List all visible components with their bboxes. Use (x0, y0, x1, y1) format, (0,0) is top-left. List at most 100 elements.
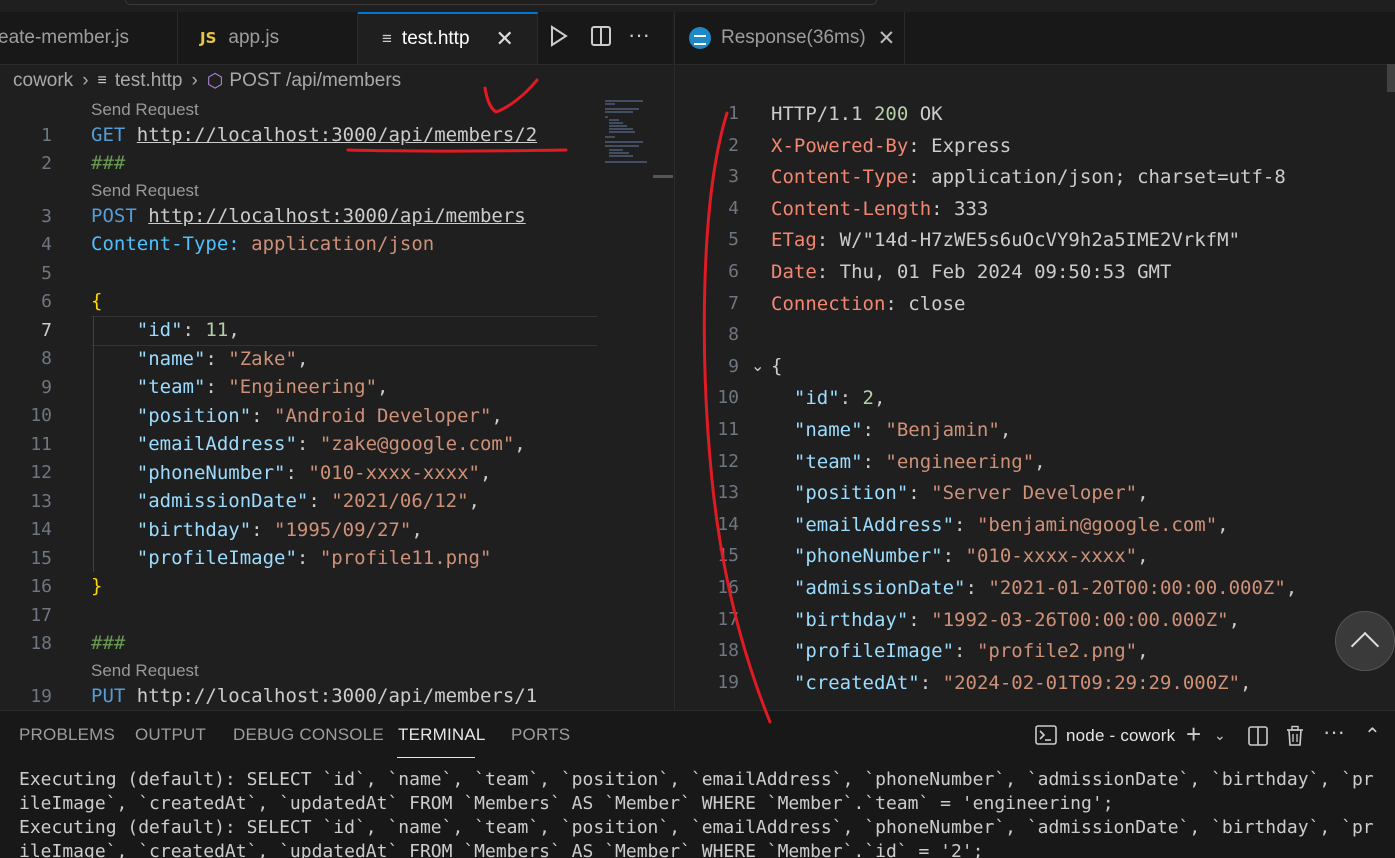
json-value: "010-xxxx-xxxx" (308, 462, 480, 484)
json-value: "2024-02-01T09:29:29.000Z" (942, 672, 1241, 694)
more-actions-icon[interactable]: ··· (628, 22, 650, 48)
send-request-link[interactable]: Send Request (91, 181, 199, 201)
json-key: "id" (136, 319, 183, 341)
minimap[interactable] (603, 98, 651, 168)
tab-test-http[interactable]: ≡ test.http ✕ (358, 12, 538, 64)
json-value: "benjamin@google.com" (976, 514, 1218, 536)
line-number: 8 (728, 324, 739, 345)
response-header-line: Content-Type: application/json; charset=… (771, 166, 1286, 188)
tab-label: app.js (228, 27, 280, 48)
json-key: "position" (136, 405, 252, 427)
line-number: 16 (30, 576, 52, 597)
line-number: 6 (728, 261, 739, 282)
line-number: 11 (30, 434, 52, 455)
breadcrumb-symbol[interactable]: POST /api/members (229, 70, 401, 92)
json-key: "name" (793, 419, 863, 441)
response-header-line: X-Powered-By: Express (771, 135, 1012, 157)
js-file-icon: JS (200, 29, 217, 47)
line-number: 3 (41, 206, 52, 227)
bottom-panel: PROBLEMS OUTPUT DEBUG CONSOLE TERMINAL P… (0, 710, 1395, 858)
split-editor-icon[interactable] (590, 25, 612, 53)
status-text: OK (908, 103, 943, 125)
line-number: 14 (30, 519, 52, 540)
header-key: Date (771, 261, 817, 283)
json-key: "emailAddress" (136, 433, 297, 455)
close-icon[interactable]: ✕ (496, 26, 514, 52)
send-request-link[interactable]: Send Request (91, 100, 199, 120)
breadcrumb: cowork › ≡ test.http › ⬡ POST /api/membe… (0, 66, 673, 96)
terminal-selector[interactable]: node - cowork (1066, 726, 1175, 746)
scroll-to-top-button[interactable] (1335, 611, 1395, 671)
tab-output[interactable]: OUTPUT (135, 725, 206, 745)
header-value: application/json; charset=utf-8 (931, 166, 1286, 188)
scrollbar-indicator[interactable] (653, 175, 673, 178)
chevron-right-icon: › (191, 70, 198, 91)
split-terminal-icon[interactable] (1247, 725, 1269, 753)
json-value: "Engineering" (228, 376, 378, 398)
chevron-down-icon[interactable]: ⌄ (1214, 727, 1226, 744)
tab-problems[interactable]: PROBLEMS (19, 725, 115, 745)
chevron-up-icon[interactable]: ⌃ (1364, 723, 1381, 748)
trash-icon[interactable] (1285, 725, 1305, 753)
code-line: PUT http://localhost:3000/api/members/1 (91, 685, 537, 707)
tab-app-js[interactable]: JS app.js (178, 12, 358, 64)
json-value: "1992-03-26T00:00:00.000Z" (931, 609, 1229, 631)
json-property-line: "phoneNumber": "010-xxxx-xxxx", (136, 462, 492, 484)
close-icon[interactable]: ✕ (878, 26, 896, 51)
line-number: 12 (30, 462, 52, 483)
line-number: 1 (728, 103, 739, 124)
more-actions-icon[interactable]: ··· (1323, 719, 1345, 745)
json-key: "phoneNumber" (793, 545, 943, 567)
json-key: "position" (793, 482, 909, 504)
json-value: 2 (862, 387, 874, 409)
request-url[interactable]: http://localhost:3000/api/members/2 (137, 124, 537, 146)
json-property-line: "id": 2, (793, 387, 886, 409)
line-number: 13 (717, 482, 739, 503)
line-number: 16 (717, 577, 739, 598)
run-icon[interactable] (549, 25, 569, 53)
breadcrumb-folder[interactable]: cowork (13, 70, 73, 92)
json-key: "team" (793, 451, 863, 473)
json-value: "profile11.png" (319, 547, 492, 569)
json-key: "createdAt" (793, 672, 920, 694)
terminal-line: ileImage`, `createdAt`, `updatedAt` FROM… (19, 841, 984, 858)
line-number: 18 (30, 633, 52, 654)
request-url[interactable]: http://localhost:3000/api/members (148, 205, 526, 227)
scrollbar-thumb[interactable] (1387, 64, 1395, 92)
tab-response[interactable]: Response(36ms) ✕ (675, 12, 905, 64)
tab-create-member-js[interactable]: eate-member.js (0, 12, 178, 64)
response-header-line: ETag: W/"14d-H7zWE5s6uOcVY9h2a5IME2VrkfM… (771, 229, 1241, 251)
json-key: "emailAddress" (793, 514, 955, 536)
json-property-line: "position": "Android Developer", (136, 405, 503, 427)
line-number: 10 (30, 405, 52, 426)
code-line: } (91, 575, 103, 597)
tab-debug-console[interactable]: DEBUG CONSOLE (233, 725, 384, 745)
json-key: "profileImage" (136, 547, 297, 569)
json-value: "Zake" (228, 348, 297, 370)
line-number: 5 (41, 263, 52, 284)
json-property-line: "createdAt": "2024-02-01T09:29:29.000Z", (793, 672, 1252, 694)
json-key: "name" (136, 348, 206, 370)
line-number: 9 (728, 356, 739, 377)
json-property-line: "profileImage": "profile2.png", (793, 640, 1149, 662)
line-number: 4 (41, 234, 52, 255)
command-center[interactable] (125, 0, 877, 5)
json-property-line: "name": "Zake", (136, 348, 309, 370)
tab-terminal[interactable]: TERMINAL (398, 725, 486, 745)
line-number: 19 (30, 686, 52, 707)
new-terminal-icon[interactable]: + (1186, 719, 1201, 750)
breadcrumb-file[interactable]: test.http (115, 70, 183, 92)
json-value: "Android Developer" (274, 405, 492, 427)
tab-ports[interactable]: PORTS (511, 725, 570, 745)
line-number: 19 (717, 672, 739, 693)
request-url[interactable]: http://localhost:3000/api/members/1 (137, 685, 537, 707)
http-file-icon: ≡ (97, 72, 107, 89)
chevron-down-icon[interactable]: ⌄ (751, 356, 764, 376)
send-request-link[interactable]: Send Request (91, 661, 199, 681)
response-header-line: Content-Length: 333 (771, 198, 989, 220)
json-value: 11 (205, 319, 229, 341)
json-property-line: "phoneNumber": "010-xxxx-xxxx", (793, 545, 1149, 567)
response-header-line: Connection: close (771, 293, 966, 315)
json-key: "phoneNumber" (136, 462, 286, 484)
terminal-icon (1035, 724, 1057, 752)
